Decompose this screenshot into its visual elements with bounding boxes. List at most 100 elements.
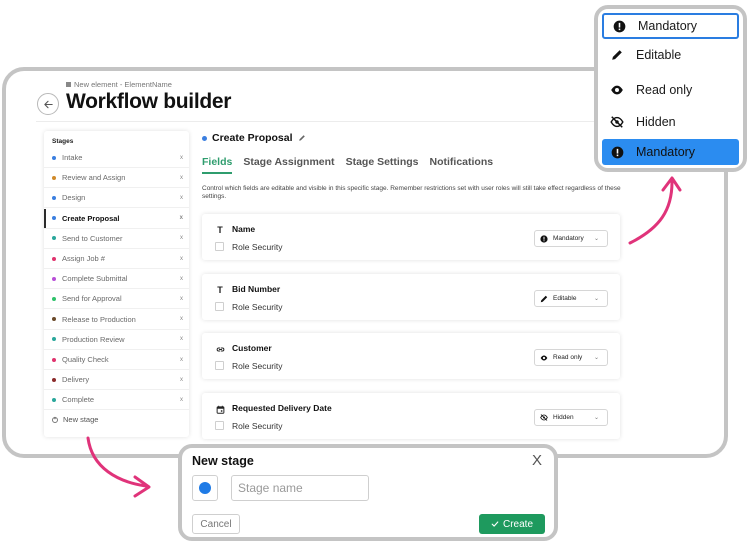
stage-color-dot	[52, 377, 56, 382]
sidebar-stage-item[interactable]: Complete Submittal x	[44, 269, 189, 290]
permission-dropdown[interactable]: Read only ⌄	[534, 349, 608, 366]
stage-label: Delivery	[62, 375, 90, 385]
sidebar-stage-item[interactable]: Release to Production x	[44, 310, 189, 330]
sidebar-stage-item[interactable]: Create Proposal x	[44, 208, 189, 229]
permission-option-hidden[interactable]: Hidden	[602, 109, 739, 135]
field-card: Customer Role Security Read only ⌄	[202, 333, 620, 379]
chevron-down-icon: ⌄	[593, 296, 599, 302]
stage-color-dot	[52, 236, 56, 241]
sidebar-stage-item[interactable]: Complete x	[44, 390, 189, 411]
plus-circle-icon: +	[52, 416, 58, 423]
remove-stage-icon[interactable]: x	[180, 175, 183, 181]
role-security-label: Role Security	[232, 242, 283, 252]
permission-menu: Mandatory Editable Read only Hidden Mand…	[594, 5, 747, 172]
breadcrumb: New element - ElementName	[66, 80, 172, 89]
remove-stage-icon[interactable]: x	[180, 276, 183, 282]
remove-stage-icon[interactable]: x	[180, 215, 183, 221]
stage-label: Production Review	[62, 334, 125, 344]
color-swatch	[199, 482, 211, 494]
page-title: Workflow builder	[66, 90, 232, 113]
role-security-label: Role Security	[232, 421, 283, 431]
stage-label: Review and Assign	[62, 173, 126, 183]
stage-color-dot	[52, 155, 56, 160]
stage-color-dot	[52, 256, 56, 261]
sidebar-stage-item[interactable]: Delivery x	[44, 370, 189, 391]
remove-stage-icon[interactable]: x	[180, 195, 183, 201]
permission-current[interactable]: Mandatory	[602, 13, 739, 39]
permission-dropdown[interactable]: Mandatory ⌄	[534, 230, 608, 247]
tab-stage-assignment[interactable]: Stage Assignment	[243, 156, 334, 174]
new-stage-button[interactable]: + New stage	[52, 415, 98, 424]
stages-heading: Stages	[52, 138, 74, 145]
remove-stage-icon[interactable]: x	[180, 336, 183, 342]
tab-fields[interactable]: Fields	[202, 156, 233, 174]
role-security-checkbox[interactable]	[215, 361, 224, 370]
field-card: T Name Role Security Mandatory ⌄	[202, 214, 620, 260]
stage-color-dot	[52, 337, 56, 342]
role-security-label: Role Security	[232, 302, 283, 312]
remove-stage-icon[interactable]: x	[180, 357, 183, 363]
stage-color-dot	[52, 317, 56, 322]
eye-off-icon	[540, 414, 548, 422]
field-name: Requested Delivery Date	[232, 403, 332, 413]
stage-color-dot	[52, 195, 56, 200]
stage-label: Quality Check	[62, 355, 109, 364]
tab-stage-settings[interactable]: Stage Settings	[346, 156, 419, 174]
create-button-label: Create	[502, 518, 533, 530]
permission-value: Read only	[553, 354, 583, 361]
back-button[interactable]	[37, 93, 59, 115]
create-button[interactable]: Create	[479, 514, 545, 534]
cancel-button[interactable]: Cancel	[192, 514, 240, 534]
stage-color-picker[interactable]	[192, 475, 218, 501]
permission-option-editable[interactable]: Editable	[602, 42, 739, 68]
permission-option-read-only[interactable]: Read only	[602, 77, 739, 103]
remove-stage-icon[interactable]: x	[180, 256, 183, 262]
alert-circle-icon	[612, 19, 626, 33]
pencil-icon[interactable]	[298, 134, 306, 142]
tab-notifications[interactable]: Notifications	[430, 156, 494, 174]
sidebar-stage-item[interactable]: Production Review x	[44, 330, 189, 350]
field-name: Customer	[232, 343, 272, 353]
sidebar-stage-item[interactable]: Send for Approval x	[44, 289, 189, 310]
stage-title-text: Create Proposal	[212, 132, 293, 144]
permission-dropdown[interactable]: Hidden ⌄	[534, 409, 608, 426]
alert-circle-icon	[610, 145, 624, 159]
role-security-checkbox[interactable]	[215, 302, 224, 311]
link-icon	[215, 344, 225, 354]
stage-color-dot	[52, 357, 56, 362]
permission-dropdown[interactable]: Editable ⌄	[534, 290, 608, 307]
text-type-icon: T	[217, 285, 223, 295]
sidebar-stage-item[interactable]: Intake x	[44, 148, 189, 168]
permission-option-mandatory[interactable]: Mandatory	[602, 139, 739, 165]
chevron-down-icon: ⌄	[593, 236, 599, 242]
eye-icon	[610, 83, 624, 97]
stage-label: Send for Approval	[62, 294, 122, 304]
remove-stage-icon[interactable]: x	[180, 377, 183, 383]
eye-off-icon	[610, 115, 624, 129]
remove-stage-icon[interactable]: x	[180, 235, 183, 241]
alert-circle-icon	[540, 234, 548, 243]
eye-icon	[540, 354, 548, 362]
remove-stage-icon[interactable]: x	[180, 316, 183, 322]
sidebar-stage-item[interactable]: Assign Job # x	[44, 249, 189, 269]
remove-stage-icon[interactable]: x	[180, 296, 183, 302]
stage-label: Assign Job #	[62, 254, 105, 263]
calendar-icon	[215, 404, 225, 414]
new-stage-modal: New stage X Cancel Create	[178, 444, 558, 541]
field-name: Name	[232, 224, 256, 234]
remove-stage-icon[interactable]: x	[180, 155, 183, 161]
permission-option-label: Mandatory	[636, 145, 696, 159]
chevron-down-icon: ⌄	[593, 355, 599, 361]
role-security-checkbox[interactable]	[215, 242, 224, 251]
field-card: Requested Delivery Date Role Security Hi…	[202, 393, 620, 439]
stage-name-input[interactable]	[231, 475, 369, 501]
sidebar-stage-item[interactable]: Review and Assign x	[44, 168, 189, 189]
sidebar-stage-item[interactable]: Design x	[44, 188, 189, 209]
field-name: Bid Number	[232, 284, 281, 294]
stage-color-dot	[52, 216, 56, 221]
sidebar-stage-item[interactable]: Send to Customer x	[44, 229, 189, 249]
role-security-checkbox[interactable]	[215, 421, 224, 430]
close-icon[interactable]: X	[532, 452, 542, 469]
sidebar-stage-item[interactable]: Quality Check x	[44, 350, 189, 370]
remove-stage-icon[interactable]: x	[180, 397, 183, 403]
